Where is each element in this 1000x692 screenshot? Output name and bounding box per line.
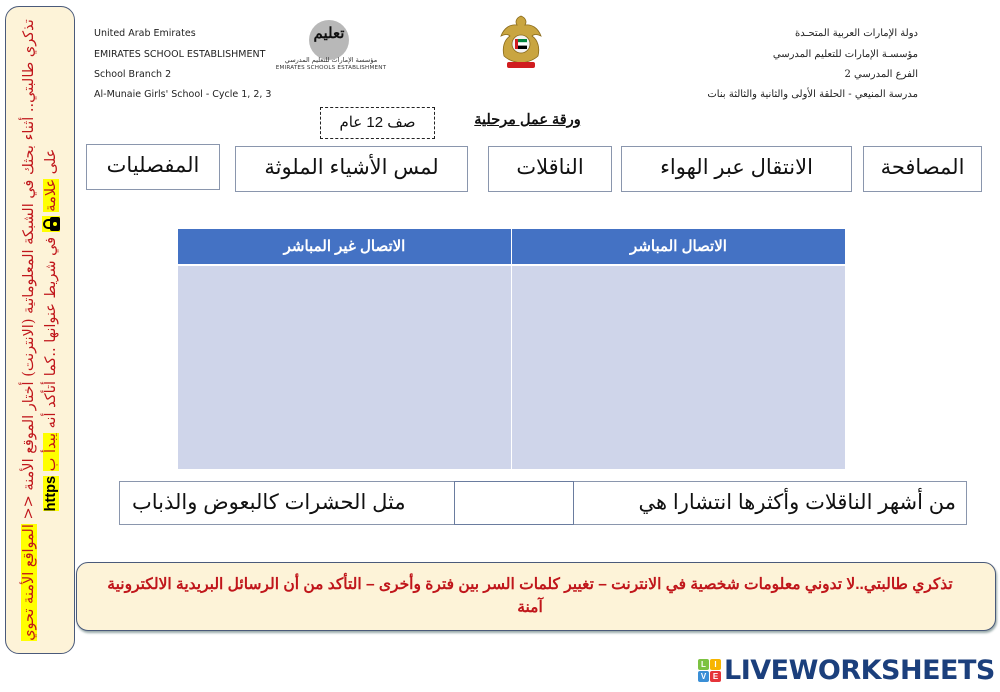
chip-arthropods[interactable]: المفصليات	[86, 144, 220, 190]
side-reminder-part1: تذكري طالبتي.. أثناء بحثك في الشبكة المع…	[21, 19, 37, 520]
ese-logo-mark: تعليم	[313, 24, 345, 42]
drop-zone-direct-contact[interactable]	[512, 266, 845, 469]
grade-label: صف 12 عام	[320, 107, 435, 139]
chip-airborne[interactable]: الانتقال عبر الهواء	[621, 146, 852, 192]
answer-blank-input[interactable]	[454, 481, 574, 525]
tile-i: I	[710, 659, 721, 670]
sentence-text-start: من أشهر الناقلات وأكثرها انتشارا هي	[638, 491, 956, 514]
header-ar-branch: الفرع المدرسي 2	[844, 69, 919, 80]
tile-l: L	[698, 659, 709, 670]
lock-icon	[42, 216, 60, 233]
tile-v: V	[698, 671, 709, 682]
header-ar-establishment: مؤسسـة الإمارات للتعليم المدرسي	[772, 49, 918, 60]
side-reminder-panel: تذكري طالبتي.. أثناء بحثك في الشبكة المع…	[5, 6, 75, 654]
worksheet-title: ورقة عمل مرحلية	[474, 112, 581, 128]
fill-in-sentence: من أشهر الناقلات وأكثرها انتشارا هي مثل …	[119, 481, 967, 525]
side-reminder-text: تذكري طالبتي.. أثناء بحثك في الشبكة المع…	[18, 10, 62, 650]
chip-contaminated-objects[interactable]: لمس الأشياء الملوثة	[235, 146, 468, 192]
live-tiles-icon: L I V E	[698, 659, 722, 683]
side-reminder-part5: في شريط عنوانها ..كما أتأكد أنه	[43, 236, 59, 429]
safety-reminder-panel: تذكري طالبتي..لا تدوني معلومات شخصية في …	[76, 562, 996, 631]
header-direct-contact: الاتصال المباشر	[512, 229, 845, 264]
drop-zone-indirect-contact[interactable]	[178, 266, 511, 469]
liveworksheets-wordmark: LIVEWORKSHEETS	[724, 655, 995, 686]
liveworksheets-logo: L I V E LIVEWORKSHEETS	[698, 654, 998, 688]
ese-logo: تعليم مؤسسة الإمارات للتعليم المدرسي EMI…	[272, 20, 390, 78]
ese-logo-circle: تعليم	[309, 20, 349, 60]
side-reminder-highlight: المواقع الأمنة تحوي	[21, 524, 37, 641]
header-ar-school: مدرسة المنيعي - الحلقة الأولى والثانية و…	[707, 89, 918, 100]
header-en-school: Al-Munaie Girls' School - Cycle 1, 2, 3	[94, 89, 272, 100]
header-indirect-contact: الاتصال غير المباشر	[178, 229, 511, 264]
https-label: https	[43, 475, 59, 512]
header-ar-country: دولة الإمارات العربية المتحـدة	[795, 28, 918, 39]
ese-logo-english: EMIRATES SCHOOLS ESTABLISHMENT	[275, 65, 387, 71]
chip-handshake[interactable]: المصافحة	[863, 146, 982, 192]
classification-table: الاتصال المباشر الاتصال غير المباشر	[178, 229, 845, 469]
header-en-branch: School Branch 2	[94, 69, 172, 80]
side-reminder-part3: على	[43, 148, 59, 175]
ese-logo-arabic: مؤسسة الإمارات للتعليم المدرسي	[284, 56, 378, 64]
header-en-establishment: EMIRATES SCHOOL ESTABLISHMENT	[94, 49, 266, 60]
side-reminder-mark: علامة	[43, 178, 59, 212]
chip-vectors[interactable]: الناقلات	[488, 146, 612, 192]
sentence-text-end: مثل الحشرات كالبعوض والذباب	[132, 491, 406, 514]
header-en-country: United Arab Emirates	[94, 28, 196, 39]
tile-e: E	[710, 671, 721, 682]
uae-emblem-icon	[500, 15, 542, 68]
safety-reminder-text: تذكري طالبتي..لا تدوني معلومات شخصية في …	[107, 576, 953, 616]
side-reminder-starts-with: يبدأ ب	[43, 432, 59, 472]
